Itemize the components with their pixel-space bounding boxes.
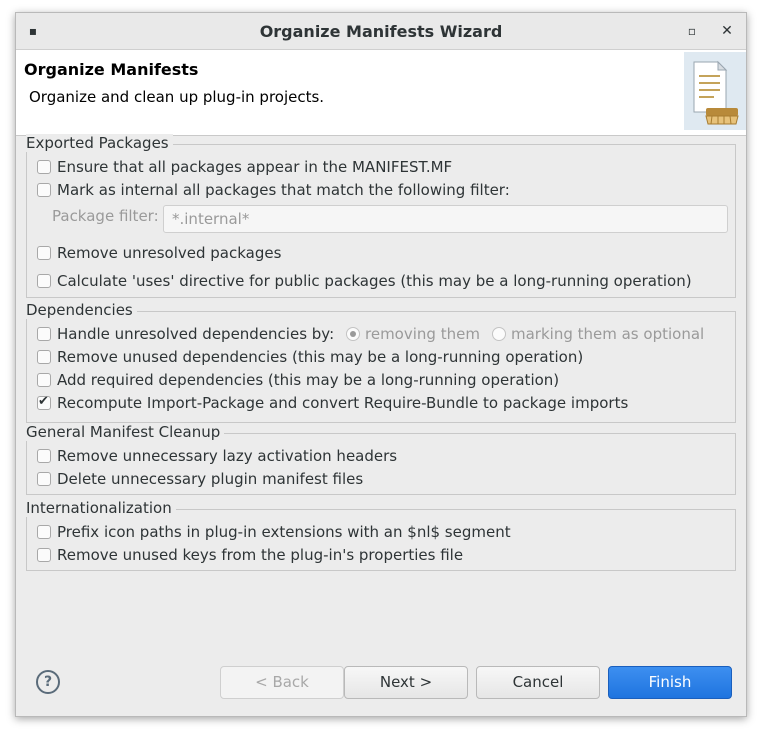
- checkbox-label: Prefix icon paths in plug-in extensions …: [57, 523, 511, 541]
- checkbox-label: Mark as internal all packages that match…: [57, 181, 510, 199]
- package-filter-label: Package filter:: [52, 207, 159, 225]
- page-description: Organize and clean up plug-in projects.: [29, 88, 325, 106]
- remove-unused-keys-checkbox[interactable]: Remove unused keys from the plug-in's pr…: [37, 545, 463, 565]
- radio-label: marking them as optional: [511, 325, 705, 343]
- cancel-button[interactable]: Cancel: [476, 666, 600, 699]
- title-bar: ▪ Organize Manifests Wizard ▫ ✕: [16, 13, 746, 50]
- remove-lazy-activation-checkbox[interactable]: Remove unnecessary lazy activation heade…: [37, 446, 397, 466]
- checkbox-label: Add required dependencies (this may be a…: [57, 371, 560, 389]
- radio-circle[interactable]: [346, 327, 360, 341]
- checkbox-box[interactable]: [37, 274, 51, 288]
- finish-button[interactable]: Finish: [608, 666, 732, 699]
- checkbox-label: Remove unnecessary lazy activation heade…: [57, 447, 398, 465]
- checkbox-box[interactable]: [37, 160, 51, 174]
- checkbox-label: Remove unresolved packages: [57, 244, 282, 262]
- i18n-label: Internationalization: [26, 499, 176, 517]
- exported-packages-label: Exported Packages: [26, 134, 173, 152]
- marking-optional-radio[interactable]: marking them as optional: [492, 324, 704, 344]
- removing-them-radio[interactable]: removing them: [346, 324, 480, 344]
- remove-unresolved-checkbox[interactable]: Remove unresolved packages: [37, 243, 281, 263]
- package-filter-input[interactable]: *.internal*: [163, 205, 728, 233]
- mark-internal-checkbox[interactable]: Mark as internal all packages that match…: [37, 180, 510, 200]
- radio-label: removing them: [365, 325, 480, 343]
- checkbox-box[interactable]: [37, 246, 51, 260]
- delete-manifest-files-checkbox[interactable]: Delete unnecessary plugin manifest files: [37, 469, 363, 489]
- recompute-import-checkbox[interactable]: Recompute Import-Package and convert Req…: [37, 393, 628, 413]
- wizard-banner-icon: [684, 52, 746, 130]
- next-button[interactable]: Next >: [344, 666, 468, 699]
- checkbox-label: Recompute Import-Package and convert Req…: [57, 394, 629, 412]
- window-title: Organize Manifests Wizard: [259, 22, 503, 41]
- checkbox-label: Delete unnecessary plugin manifest files: [57, 470, 364, 488]
- cleanup-label: General Manifest Cleanup: [26, 423, 225, 441]
- wizard-header: Organize Manifests Organize and clean up…: [16, 50, 746, 136]
- checkbox-label: Ensure that all packages appear in the M…: [57, 158, 453, 176]
- checkbox-box[interactable]: [37, 548, 51, 562]
- radio-circle[interactable]: [492, 327, 506, 341]
- help-icon[interactable]: ?: [36, 670, 60, 694]
- calculate-uses-checkbox[interactable]: Calculate 'uses' directive for public pa…: [37, 271, 692, 291]
- checkbox-box[interactable]: [37, 350, 51, 364]
- remove-unused-deps-checkbox[interactable]: Remove unused dependencies (this may be …: [37, 347, 583, 367]
- maximize-icon[interactable]: ▫: [685, 24, 699, 38]
- checkbox-label: Calculate 'uses' directive for public pa…: [57, 272, 692, 290]
- wizard-window: ▪ Organize Manifests Wizard ▫ ✕ Organize…: [15, 12, 747, 717]
- add-required-deps-checkbox[interactable]: Add required dependencies (this may be a…: [37, 370, 559, 390]
- page-title: Organize Manifests: [24, 60, 199, 79]
- handle-unresolved-checkbox[interactable]: Handle unresolved dependencies by:: [37, 324, 334, 344]
- checkbox-box[interactable]: [37, 394, 51, 410]
- checkbox-box[interactable]: [37, 525, 51, 539]
- checkbox-label: Remove unused keys from the plug-in's pr…: [57, 546, 464, 564]
- ensure-packages-checkbox[interactable]: Ensure that all packages appear in the M…: [37, 157, 452, 177]
- checkbox-label: Remove unused dependencies (this may be …: [57, 348, 584, 366]
- checkbox-box[interactable]: [37, 373, 51, 387]
- checkbox-box[interactable]: [37, 327, 51, 341]
- checkbox-label: Handle unresolved dependencies by:: [57, 325, 335, 343]
- back-button[interactable]: < Back: [220, 666, 344, 699]
- dependencies-label: Dependencies: [26, 301, 137, 319]
- checkbox-box[interactable]: [37, 472, 51, 486]
- close-icon[interactable]: ✕: [720, 24, 734, 38]
- checkbox-box[interactable]: [37, 183, 51, 197]
- checkbox-box[interactable]: [37, 449, 51, 463]
- prefix-icon-paths-checkbox[interactable]: Prefix icon paths in plug-in extensions …: [37, 522, 511, 542]
